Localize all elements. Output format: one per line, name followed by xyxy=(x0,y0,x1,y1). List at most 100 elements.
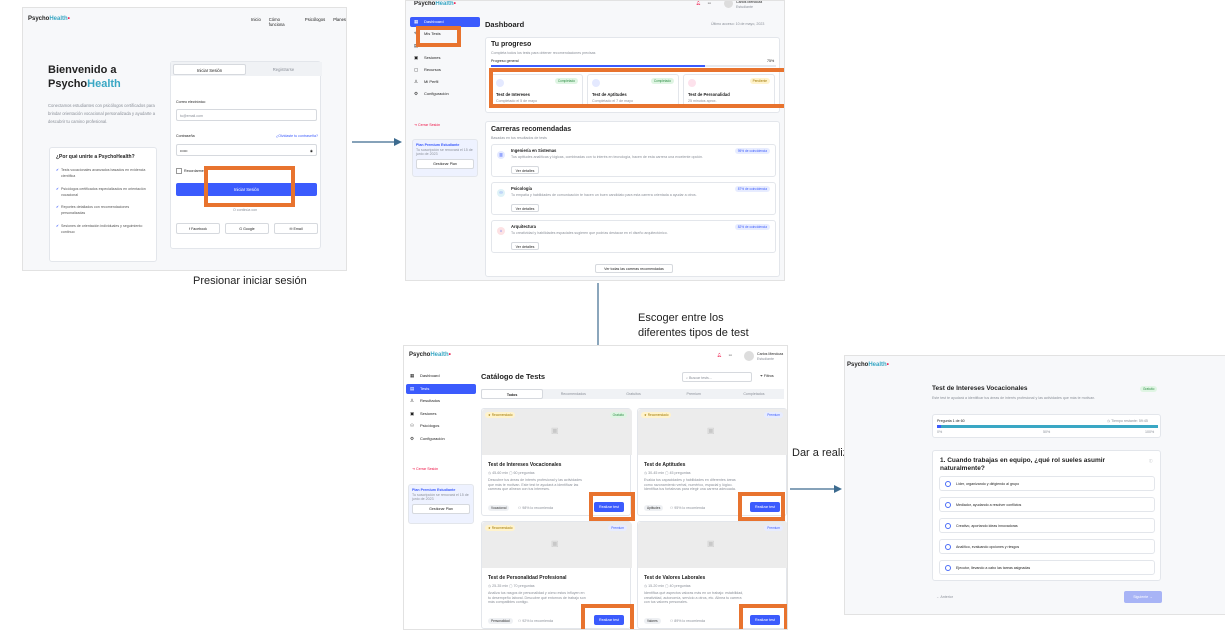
sidebar-item-resultados[interactable]: ♙ Resultados xyxy=(406,396,476,406)
or-divider: O continúa con xyxy=(233,208,258,212)
sidebar-item-configuración[interactable]: ⚙ Configuración xyxy=(410,89,480,99)
next-button[interactable]: Siguiente → xyxy=(1124,591,1162,603)
sidebar-item-recursos[interactable]: ▢ Recursos xyxy=(410,65,480,75)
premium-card: Plan Premium Estudiante Tu suscripción s… xyxy=(412,139,478,177)
manage-plan-button[interactable]: Gestionar Plan xyxy=(412,504,470,515)
career-item[interactable]: ▥ Ingeniería en Sistemas 95% de coincidenc… xyxy=(491,144,776,177)
radio-button[interactable] xyxy=(945,481,951,487)
bell-icon[interactable]: 🔔︎ xyxy=(696,1,701,6)
sidebar-item-dashboard[interactable]: ▦ Dashboard xyxy=(406,371,476,381)
test-recommend-rate: ⚇ 95% lo recomienda xyxy=(670,506,705,511)
tab-premium[interactable]: Premium xyxy=(664,389,724,399)
brand-logo[interactable]: PsychoHealth• xyxy=(28,16,70,22)
tab-todos[interactable]: Todos xyxy=(481,389,544,399)
test-badge: Gratuito xyxy=(609,412,627,418)
progress-label: Progreso general xyxy=(491,59,519,63)
career-match: 95% de coincidencia xyxy=(734,148,770,154)
prev-button[interactable]: ← Anterior xyxy=(936,595,953,600)
topbar-icons: 🔔︎ ▭ xyxy=(717,353,732,358)
facebook-button[interactable]: f Facebook xyxy=(176,223,220,234)
check-icon: ✔ xyxy=(56,168,60,173)
answer-option[interactable]: Creativo, aportando ideas innovadoras xyxy=(939,518,1155,533)
career-icon: ⌂ xyxy=(497,227,505,235)
sidebar-item-tests[interactable]: ▤ Tests xyxy=(406,383,476,394)
message-icon[interactable]: ▭ xyxy=(708,1,711,6)
answer-option[interactable]: Mediador, ayudando a resolver conflictos xyxy=(939,497,1155,512)
tab-gratuitos[interactable]: Gratuitos xyxy=(603,389,663,399)
tab-register[interactable]: Registrarse xyxy=(247,64,320,75)
eye-icon[interactable]: ◉ xyxy=(310,145,313,157)
tab-login[interactable]: Iniciar Sesión xyxy=(173,64,246,75)
manage-plan-button[interactable]: Gestionar Plan xyxy=(416,159,474,170)
answer-option[interactable]: Ejecutor, llevando a cabo las tareas asi… xyxy=(939,560,1155,575)
info-icon[interactable]: ⓘ xyxy=(1149,459,1153,464)
sidebar-item-label: Sesiones xyxy=(424,55,441,60)
why-join-card: ¿Por qué unirte a PsychoHealth? ✔ Tests v… xyxy=(49,147,157,262)
test-name: Test de Valores Laborales xyxy=(644,575,706,581)
logout-link[interactable]: ⇥ Cerrar Sesión xyxy=(412,467,438,472)
sidebar-item-label: Dashboard xyxy=(420,373,440,378)
forgot-password-link[interactable]: ¿Olvidaste tu contraseña? xyxy=(276,134,318,139)
email-field[interactable]: tu@email.com xyxy=(176,109,317,121)
search-input[interactable]: ⌕ Buscar tests... xyxy=(682,372,752,382)
test-name: Test de Personalidad Profesional xyxy=(488,575,567,581)
radio-button[interactable] xyxy=(945,523,951,529)
why-join-item-text: Reportes detallados con recomendaciones … xyxy=(61,205,130,215)
message-icon[interactable]: ▭ xyxy=(729,353,732,358)
career-item[interactable]: ⌂ Arquitectura 82% de coincidencia Tu creat… xyxy=(491,220,776,253)
password-field[interactable]: •••••• ◉ xyxy=(176,144,317,156)
why-join-list: ✔ Tests vocacionales avanzados basados en… xyxy=(56,168,150,235)
logout-link[interactable]: ⇥ Cerrar Sesión xyxy=(414,123,440,128)
user-role: Estudiante xyxy=(757,357,774,361)
tab-completados[interactable]: Completados xyxy=(724,389,784,399)
sidebar-item-mi-perfil[interactable]: ♙ Mi Perfil xyxy=(410,77,480,87)
all-careers-button[interactable]: Ver todas las carreras recomendadas xyxy=(595,264,673,273)
email-button[interactable]: ✉ Email xyxy=(274,223,318,234)
sidebar-item-psicólogos[interactable]: ⚇ Psicólogos xyxy=(406,421,476,431)
nav-link-como-funciona[interactable]: Cómo funciona xyxy=(269,17,297,28)
test-duration: 30-45 min xyxy=(648,471,666,475)
why-join-item: ✔ Tests vocacionales avanzados basados en… xyxy=(56,168,150,180)
avatar[interactable] xyxy=(744,351,754,361)
radio-button[interactable] xyxy=(945,544,951,550)
sidebar-item-icon: ⚙ xyxy=(410,435,415,441)
nav-link-planes[interactable]: Planes xyxy=(333,17,346,28)
dashboard-title: Dashboard xyxy=(485,20,525,29)
nav-link-inicio[interactable]: Inicio xyxy=(251,17,261,28)
answer-option[interactable]: Analítico, evaluando opciones y riesgos xyxy=(939,539,1155,554)
google-button[interactable]: G Google xyxy=(225,223,269,234)
recommended-tag: ★ Recomendado xyxy=(485,525,516,531)
brand-logo[interactable]: PsychoHealth• xyxy=(847,362,889,368)
sidebar-item-icon: ▤ xyxy=(410,385,415,391)
sidebar-item-configuración[interactable]: ⚙ Configuración xyxy=(406,434,476,444)
details-button[interactable]: Ver detalles xyxy=(511,242,539,250)
tab-recomendados[interactable]: Recomendados xyxy=(543,389,603,399)
sidebar-item-icon: ▣ xyxy=(414,55,419,60)
career-icon: ⚇ xyxy=(497,189,505,197)
progress-value: 75% xyxy=(767,59,775,63)
brand-logo[interactable]: PsychoHealth• xyxy=(409,352,451,358)
avatar[interactable] xyxy=(724,1,733,8)
highlight-start-test-4 xyxy=(739,604,787,629)
test-recommend-rate: ⚇ 98% lo recomienda xyxy=(518,506,553,511)
sidebar-item-sesiones[interactable]: ▣ Sesiones xyxy=(406,409,476,419)
sidebar-item-icon: ⚙ xyxy=(414,91,419,96)
recommend-text: 89% lo recomienda xyxy=(674,619,705,623)
career-name: Psicología xyxy=(511,186,532,191)
radio-button[interactable] xyxy=(945,502,951,508)
brand-logo[interactable]: PsychoHealth• xyxy=(414,1,456,7)
bell-icon[interactable]: 🔔︎ xyxy=(717,353,722,358)
career-item[interactable]: ⚇ Psicología 87% de coincidencia Tu empatía… xyxy=(491,182,776,215)
answer-option[interactable]: Líder, organizando y dirigiendo al grupo xyxy=(939,476,1155,491)
sidebar-item-label: Configuración xyxy=(424,91,449,96)
test-description: Identifica qué aspectos valoras más en u… xyxy=(644,591,744,605)
nav-link-psicologos[interactable]: Psicólogos xyxy=(305,17,325,28)
filters-button[interactable]: ⏷ Filtros xyxy=(760,374,774,379)
details-button[interactable]: Ver detalles xyxy=(511,204,539,212)
remember-checkbox[interactable]: Recordarme xyxy=(176,168,204,174)
radio-button[interactable] xyxy=(945,565,951,571)
highlight-mis-tests xyxy=(416,26,461,47)
why-join-title: ¿Por qué unirte a PsychoHealth? xyxy=(56,154,135,160)
sidebar-item-sesiones[interactable]: ▣ Sesiones xyxy=(410,53,480,63)
details-button[interactable]: Ver detalles xyxy=(511,166,539,174)
